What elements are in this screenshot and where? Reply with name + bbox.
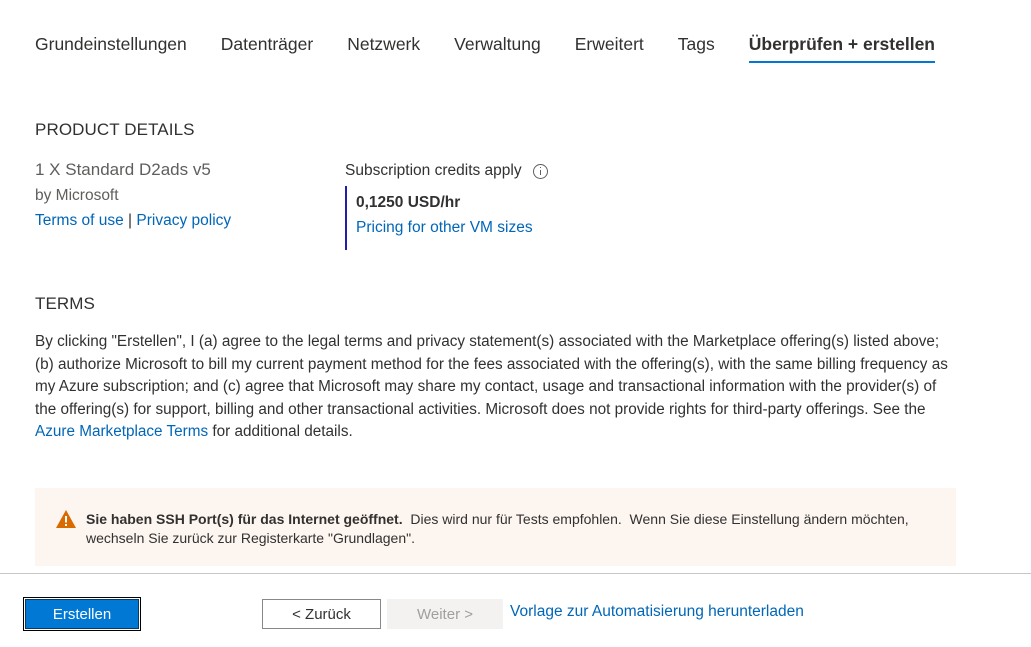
publisher-label: by Microsoft xyxy=(35,187,119,204)
create-button[interactable]: Erstellen xyxy=(23,597,141,631)
tab-tags[interactable]: Tags xyxy=(678,33,715,65)
tab-verwaltung[interactable]: Verwaltung xyxy=(454,33,541,65)
tab-erweitert[interactable]: Erweitert xyxy=(575,33,644,65)
link-separator: | xyxy=(128,212,133,229)
footer-divider xyxy=(0,573,1031,574)
download-template-link[interactable]: Vorlage zur Automatisierung herunterlade… xyxy=(510,603,804,621)
terms-of-use-link[interactable]: Terms of use xyxy=(35,212,124,229)
price-block: 0,1250 USD/hr Pricing for other VM sizes xyxy=(345,186,533,250)
warning-icon xyxy=(56,510,76,528)
terms-tail: for additional details. xyxy=(208,423,353,440)
privacy-policy-link[interactable]: Privacy policy xyxy=(136,212,231,229)
tab-bar: Grundeinstellungen Datenträger Netzwerk … xyxy=(35,33,969,65)
ssh-warning-banner: Sie haben SSH Port(s) für das Internet g… xyxy=(35,488,956,566)
next-button[interactable]: Weiter > xyxy=(387,599,503,629)
warning-text: Sie haben SSH Port(s) für das Internet g… xyxy=(86,510,926,548)
warning-bold-text: Sie haben SSH Port(s) für das Internet g… xyxy=(86,511,403,527)
terms-body: By clicking "Erstellen", I (a) agree to … xyxy=(35,333,948,418)
tab-netzwerk[interactable]: Netzwerk xyxy=(347,33,420,65)
terms-text: By clicking "Erstellen", I (a) agree to … xyxy=(35,331,955,444)
pricing-other-sizes-link[interactable]: Pricing for other VM sizes xyxy=(356,219,533,237)
subscription-credits-label: Subscription credits apply xyxy=(345,162,522,179)
back-button[interactable]: < Zurück xyxy=(262,599,381,629)
tab-grundeinstellungen[interactable]: Grundeinstellungen xyxy=(35,33,187,65)
product-links: Terms of use | Privacy policy xyxy=(35,212,231,230)
azure-marketplace-terms-link[interactable]: Azure Marketplace Terms xyxy=(35,423,208,440)
subscription-credits: Subscription credits apply xyxy=(345,162,548,180)
product-details-heading: PRODUCT DETAILS xyxy=(35,120,195,139)
product-name: 1 X Standard D2ads v5 xyxy=(35,160,211,179)
terms-heading: TERMS xyxy=(35,294,95,313)
tab-ueberpruefen-erstellen[interactable]: Überprüfen + erstellen xyxy=(748,33,936,65)
info-icon[interactable] xyxy=(532,163,548,179)
tab-datentraeger[interactable]: Datenträger xyxy=(221,33,313,65)
price-value: 0,1250 USD/hr xyxy=(356,194,461,211)
